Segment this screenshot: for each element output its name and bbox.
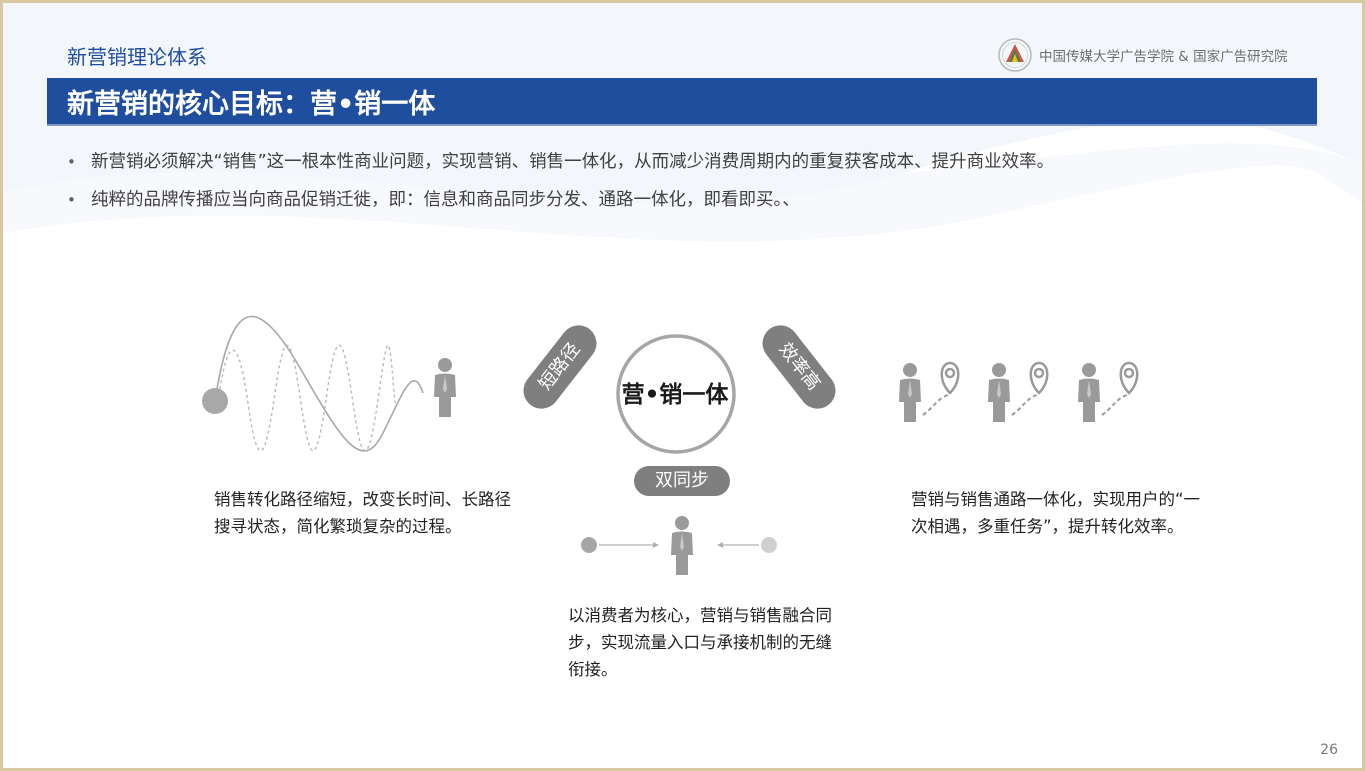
multi-task-illustration <box>899 361 1139 422</box>
desc-short-path: 销售转化路径缩短，改变长时间、长路径搜寻状态，简化繁琐复杂的过程。 <box>214 490 511 536</box>
slide: 新营销理论体系 中国传媒大学广告学院 & 国家广告研究院 新营销的核心目标：营•… <box>3 3 1362 768</box>
consumer-center-icon <box>671 516 693 575</box>
path-wave-illustration <box>202 315 424 452</box>
page-number: 26 <box>1320 742 1338 758</box>
consumer-person-icon <box>434 358 456 417</box>
desc-dual-sync: 以消费者为核心，营销与销售融合同步，实现流量入口与承接机制的无缝衔接。 <box>568 606 832 679</box>
desc-high-efficiency: 营销与销售通路一体化，实现用户的“一次相遇，多重任务”，提升转化效率。 <box>911 490 1201 536</box>
pill-dual-sync: 双同步 <box>634 466 730 496</box>
core-label: 营•销一体 <box>621 382 729 408</box>
